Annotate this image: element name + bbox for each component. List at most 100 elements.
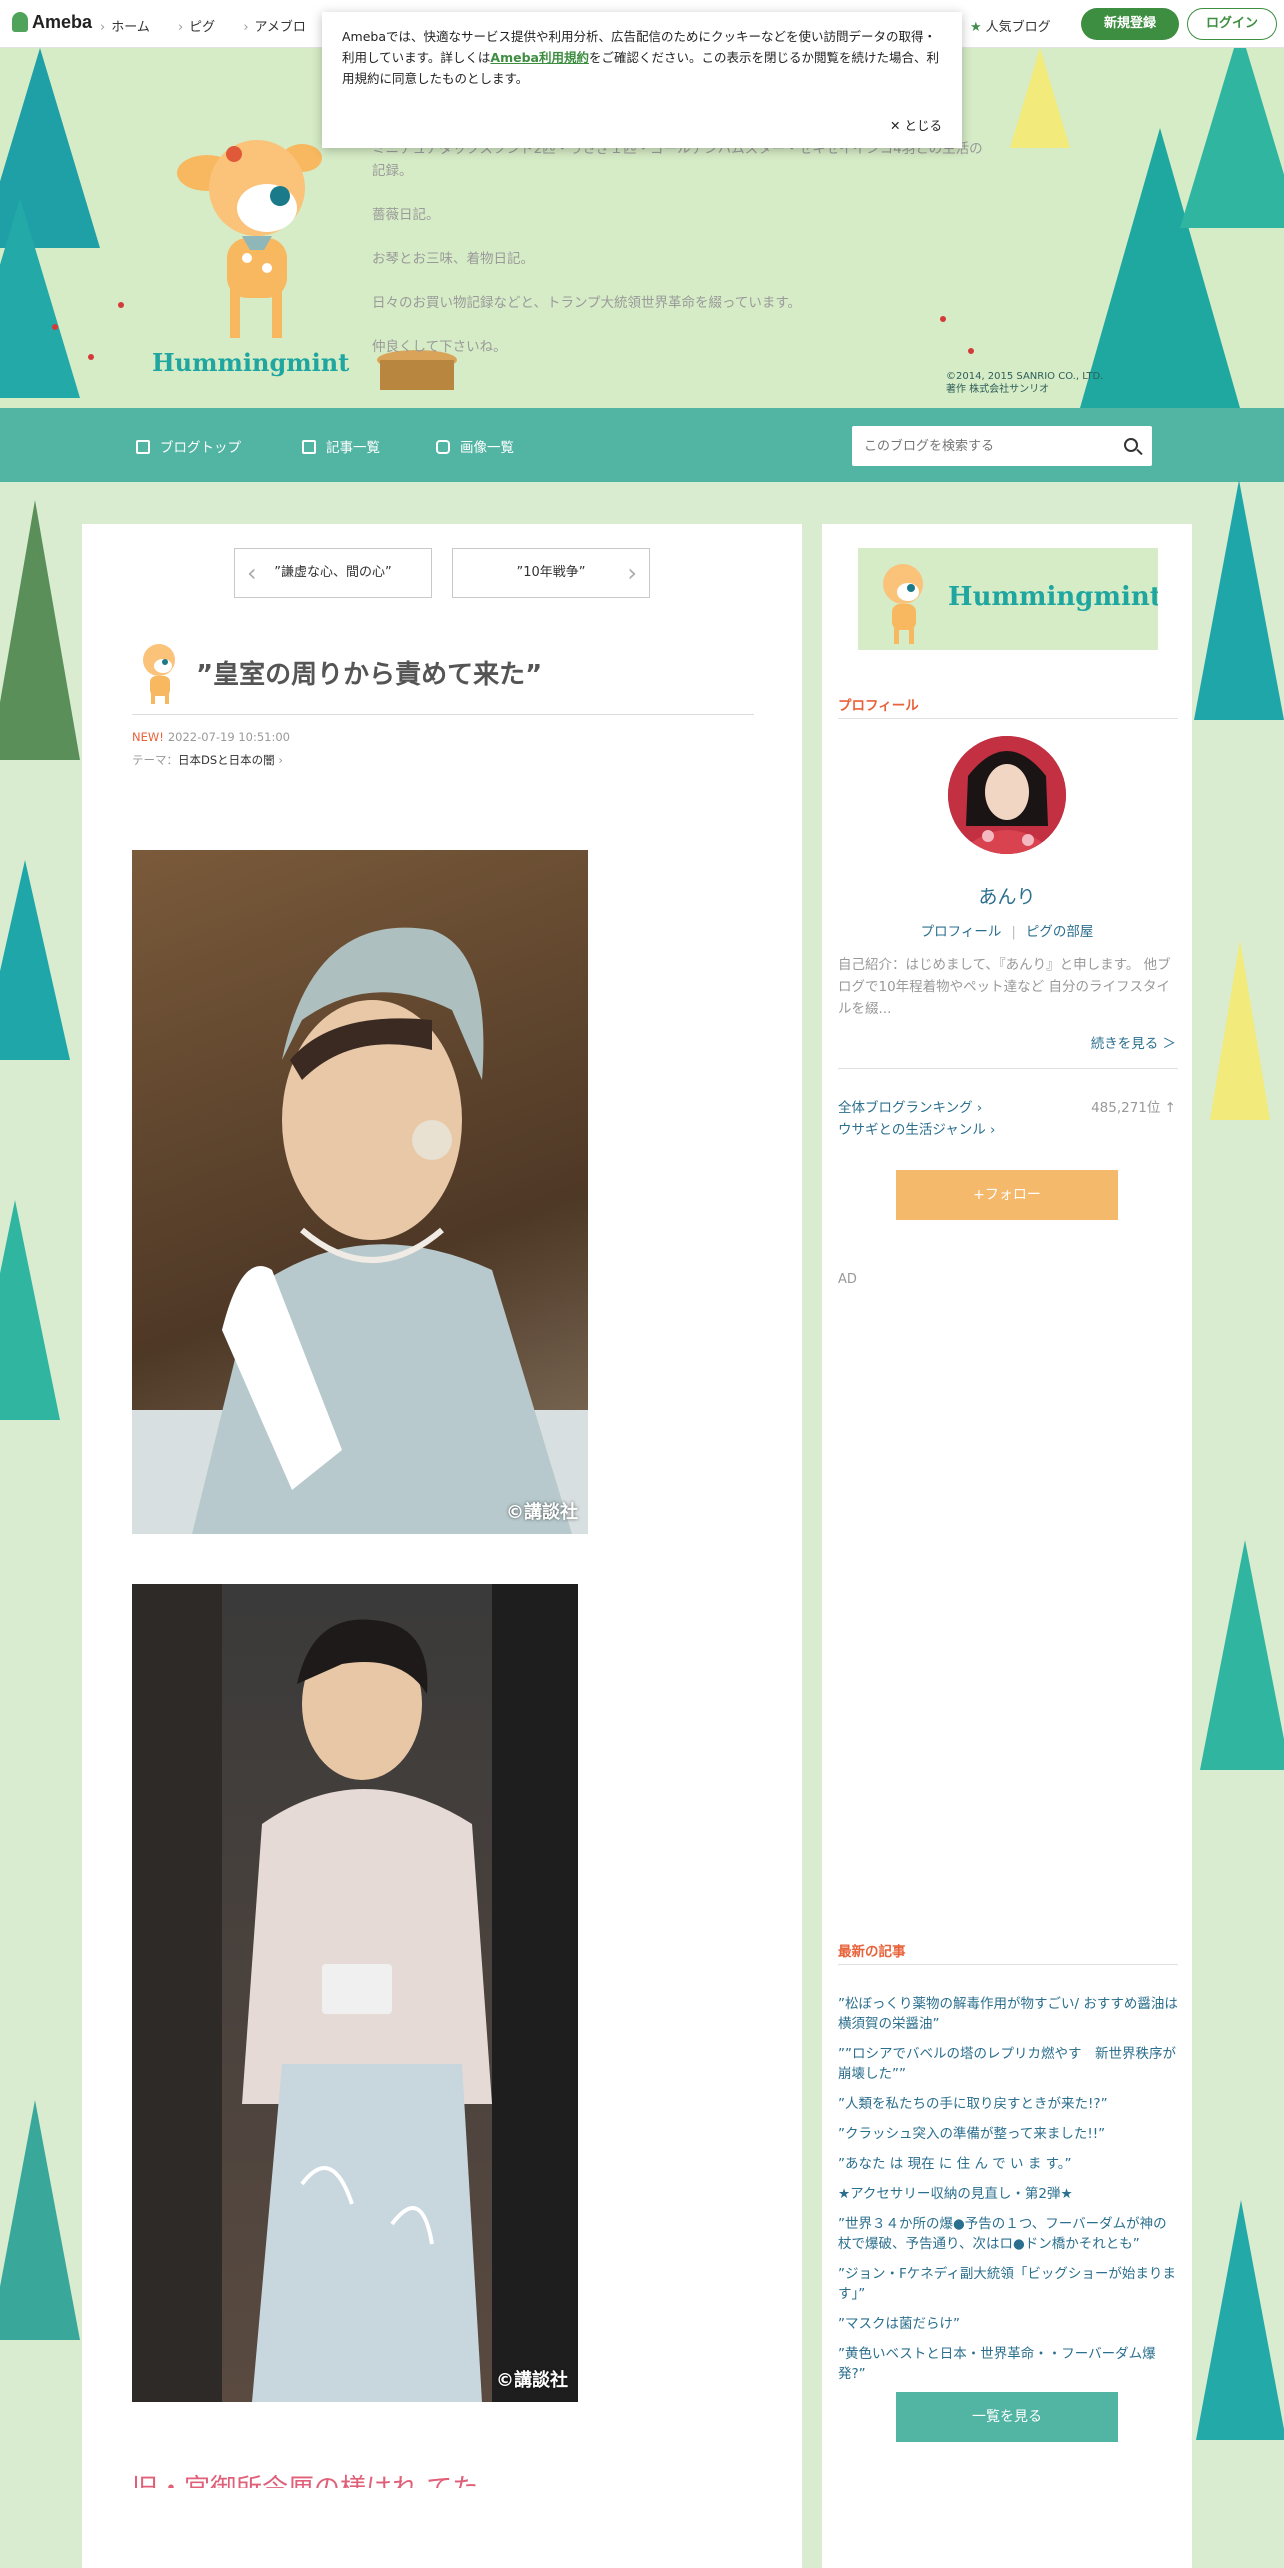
article-link[interactable]: ”松ぼっくり薬物の解毒作用が物すごい/ おすすめ醤油は横須賀の栄醤油”: [838, 1994, 1178, 2034]
popular-blog-link[interactable]: 人気ブログ: [970, 16, 1051, 35]
blog-description: ミニチュアダックスフンド2匹・うさぎ１匹・ゴールデンハムスター・セキセイインコ4…: [372, 138, 992, 380]
profile-links: プロフィール | ピグの部屋: [822, 920, 1192, 940]
theme-link[interactable]: 日本DSと日本の闇: [178, 753, 275, 767]
entry-theme: テーマ：日本DSと日本の闇 ›: [132, 753, 283, 767]
article-link[interactable]: ★アクセサリー収納の見直し・第2弾★: [838, 2184, 1178, 2204]
banner-logo-text: Hummingmint: [948, 582, 1158, 612]
nav-blog-top[interactable]: ブログトップ: [136, 436, 241, 456]
nav-pigg[interactable]: ピグ: [178, 20, 215, 35]
entry-title: ”皇室の周りから責めて来た”: [196, 660, 543, 690]
tree-decoration: [1196, 2200, 1284, 2440]
nav-entry-list[interactable]: 記事一覧: [302, 436, 380, 456]
entry-photo[interactable]: ©講談社: [132, 1584, 578, 2402]
new-badge: NEW!: [132, 730, 164, 744]
nav-home[interactable]: ホーム: [100, 20, 150, 35]
profile-link[interactable]: プロフィール: [921, 924, 1002, 940]
entry-photo[interactable]: ©講談社: [132, 850, 588, 1534]
ameba-logo-icon: [12, 12, 28, 32]
article-link[interactable]: ”マスクは菌だらけ”: [838, 2314, 1178, 2334]
hummingmint-logo: Hummingmint: [152, 348, 350, 377]
blog-navbar: ブログトップ 記事一覧 画像一覧: [0, 408, 1284, 482]
deer-banner-icon: [883, 564, 923, 644]
tree-decoration: [1210, 940, 1270, 1120]
document-icon: [136, 440, 150, 454]
separator: |: [1011, 924, 1016, 940]
close-icon: ✕: [890, 118, 901, 133]
global-nav: ホーム ピグ アメブロ: [100, 16, 330, 35]
article-link[interactable]: ”黄色いベストと日本・世界革命・・フーバーダム爆発?”: [838, 2344, 1178, 2384]
register-button[interactable]: 新規登録: [1081, 8, 1179, 40]
pigg-room-link[interactable]: ピグの部屋: [1026, 924, 1094, 940]
ad-label: AD: [838, 1272, 857, 1287]
copyright: ©2014, 2015 SANRIO CO., LTD. 著作 株式会社サンリオ: [946, 371, 1104, 395]
profile-heading: プロフィール: [838, 698, 919, 714]
latest-articles-list: ”松ぼっくり薬物の解毒作用が物すごい/ おすすめ醤油は横須賀の栄醤油” ””ロシ…: [838, 1994, 1178, 2394]
nav-ameblo[interactable]: アメブロ: [243, 20, 306, 35]
article-link[interactable]: ”ジョン・Fケネディ副大統領「ビッグショーが始まります」”: [838, 2264, 1178, 2304]
tree-decoration: [1010, 48, 1070, 148]
divider: [132, 714, 754, 715]
search-input[interactable]: [852, 426, 1102, 466]
view-all-articles-button[interactable]: 一覧を見る: [896, 2392, 1118, 2442]
blog-search: [852, 426, 1152, 466]
copy-icon: [302, 440, 316, 454]
article-link[interactable]: ””ロシアでバベルの塔のレプリカ燃やす 新世界秩序が崩壊した””: [838, 2044, 1178, 2084]
avatar-image: [948, 736, 1066, 854]
profile-intro: 自己紹介：はじめまして、『あんり』と申します。 他ブログで10年程着物やペット達…: [838, 957, 1171, 1017]
tree-decoration: [0, 860, 70, 1060]
camera-icon: [436, 440, 450, 454]
tree-decoration: [0, 500, 80, 760]
nav-image-list[interactable]: 画像一覧: [436, 436, 514, 456]
ranking-genre-link[interactable]: ウサギとの生活ジャンル ›: [838, 1118, 995, 1138]
ranking-all-link[interactable]: 全体ブログランキング ›: [838, 1096, 982, 1116]
cookie-close-button[interactable]: ✕ とじる: [890, 115, 942, 136]
chevron-left-icon: ‹: [247, 559, 257, 587]
sidebar-banner[interactable]: Hummingmint: [858, 548, 1158, 650]
berry-decoration: [88, 354, 94, 360]
berry-decoration: [118, 302, 124, 308]
chevron-right-icon: ›: [976, 1100, 983, 1116]
article-link[interactable]: ”人類を私たちの手に取り戻すときが来た!?”: [838, 2094, 1178, 2114]
read-more-link[interactable]: 続きを見る ＞: [1091, 1032, 1176, 1052]
photo-credit: ©講談社: [496, 2370, 568, 2391]
deer-mascot: [177, 140, 322, 338]
terms-link[interactable]: Ameba利用規約: [490, 50, 589, 65]
entry-date: 2022-07-19 10:51:00: [167, 730, 290, 744]
article-link[interactable]: ”クラッシュ突入の準備が整って来ました!!”: [838, 2124, 1178, 2144]
entry-meta: NEW! 2022-07-19 10:51:00: [132, 730, 290, 744]
chevron-right-icon: ›: [990, 1122, 996, 1138]
photo-woman-kimono: [132, 1584, 578, 2402]
latest-articles-heading: 最新の記事: [838, 1944, 906, 1960]
blog-description-line: お琴とお三味、着物日記。: [372, 251, 534, 267]
blog-description-line: 日々のお買い物記録などと、トランプ大統領世界革命を綴っています。: [372, 295, 802, 311]
chevron-right-icon: ›: [627, 559, 637, 587]
deer-title-icon: [143, 644, 175, 704]
photo-woman-hat: [132, 927, 588, 1534]
photo-credit: ©講談社: [506, 1502, 578, 1523]
divider: [838, 718, 1178, 719]
prev-entry-link[interactable]: ‹ ”謙虚な心、間の心”: [234, 548, 432, 598]
article-link[interactable]: ”あなた は 現在 に 住 ん で い ま す。”: [838, 2154, 1178, 2174]
cookie-notice: Amebaでは、快適なサービス提供や利用分析、広告配信のためにクッキーなどを使い…: [322, 12, 962, 148]
tree-decoration: [1194, 480, 1284, 720]
divider: [838, 1068, 1178, 1069]
entry-main: ‹ ”謙虚な心、間の心” ”10年戦争” › ”皇室の周りから責めて来た” NE…: [82, 524, 802, 2568]
profile-name[interactable]: あんり: [822, 882, 1192, 909]
next-entry-link[interactable]: ”10年戦争” ›: [452, 548, 650, 598]
tree-decoration: [0, 2100, 80, 2340]
avatar[interactable]: [948, 736, 1066, 854]
entry-subheading: 旧・宮御所令厘の様はれ てた: [132, 2468, 478, 2488]
sidebar: Hummingmint プロフィール あんり プロフィール | ピグの部屋 自己紹介…: [822, 524, 1192, 2568]
login-button[interactable]: ログイン: [1187, 8, 1277, 40]
blog-description-line: 薔薇日記。: [372, 207, 440, 223]
article-link[interactable]: ”世界３４か所の爆●予告の１つ、フーバーダムが神の杖で爆破、予告通り、次はロ●ド…: [838, 2214, 1178, 2254]
blog-description-line: 仲良くして下さいね。: [372, 339, 507, 355]
follow-button[interactable]: +フォロー: [896, 1170, 1118, 1220]
tree-decoration: [0, 198, 80, 398]
search-icon[interactable]: [1124, 438, 1138, 452]
berry-decoration: [52, 324, 58, 330]
tree-decoration: [1180, 48, 1284, 228]
tree-decoration: [0, 1200, 60, 1420]
ameba-logo[interactable]: Ameba: [12, 12, 92, 33]
tree-decoration: [1200, 1540, 1284, 1770]
